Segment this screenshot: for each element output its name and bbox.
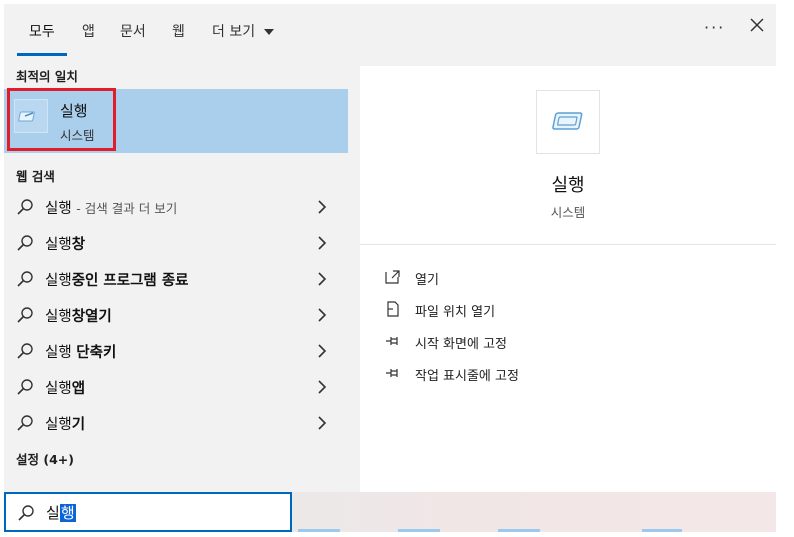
action-open-label: 열기 xyxy=(415,273,439,288)
search-input[interactable]: 실행 xyxy=(46,502,76,523)
result-prefix: 실행 xyxy=(45,345,77,361)
web-search-result[interactable]: 실행 - 검색 결과 더 보기 xyxy=(4,189,348,225)
chevron-right-icon[interactable] xyxy=(316,344,328,358)
section-settings: 설정 (4+) xyxy=(16,452,74,467)
chevron-right-icon[interactable] xyxy=(316,200,328,214)
web-search-result-label: 실행앱 xyxy=(45,377,85,398)
caret-down-icon xyxy=(263,29,274,35)
file-location-icon xyxy=(387,301,399,317)
result-prefix: 실행 xyxy=(45,237,72,253)
web-search-result[interactable]: 실행앱 xyxy=(4,369,348,405)
result-bold: 창열기 xyxy=(71,309,112,325)
action-pin-to-start[interactable]: 시작 화면에 고정 xyxy=(384,330,764,354)
preview-pane: 실행 시스템 열기 파일 위치 열기 시작 화면에 고정 작업 표시줄에 고정 xyxy=(360,66,776,492)
result-suffix: - 검색 결과 더 보기 xyxy=(76,201,178,216)
tab-apps[interactable]: 앱 xyxy=(82,21,95,41)
preview-title: 실행 xyxy=(551,175,585,196)
action-open[interactable]: 열기 xyxy=(384,266,764,290)
preview-app-icon xyxy=(536,90,600,154)
search-icon xyxy=(17,199,33,215)
result-bold: 기 xyxy=(71,417,86,433)
chevron-right-icon[interactable] xyxy=(316,380,328,394)
search-icon xyxy=(17,343,33,359)
web-search-result-label: 실행창열기 xyxy=(45,305,112,326)
action-pin-to-taskbar-label: 작업 표시줄에 고정 xyxy=(415,369,519,384)
tab-all[interactable]: 모두 xyxy=(29,21,55,41)
web-search-result[interactable]: 실행창열기 xyxy=(4,297,348,333)
taskbar-app-indicator xyxy=(642,529,682,532)
taskbar-strip xyxy=(292,492,778,532)
web-search-result[interactable]: 실행창 xyxy=(4,225,348,261)
open-icon xyxy=(385,270,400,284)
search-icon xyxy=(17,379,33,395)
section-web-search: 웹 검색 xyxy=(16,169,55,184)
close-icon[interactable] xyxy=(748,16,766,34)
search-icon xyxy=(17,271,33,287)
web-search-result-label: 실행기 xyxy=(45,413,85,434)
web-search-result[interactable]: 실행중인 프로그램 종료 xyxy=(4,261,348,297)
search-icon xyxy=(17,415,33,431)
pin-icon xyxy=(386,369,398,377)
pin-icon xyxy=(386,337,398,345)
ellipsis-icon[interactable]: ··· xyxy=(704,18,725,37)
result-bold: 단축키 xyxy=(76,345,117,361)
results-list: 최적의 일치 실행 시스템 웹 검색 실행 - 검색 결과 더 보기 실행창 실행중… xyxy=(4,56,348,492)
tab-web[interactable]: 웹 xyxy=(172,21,185,41)
chevron-right-icon[interactable] xyxy=(316,308,328,322)
taskbar-app-indicator xyxy=(498,529,540,532)
result-prefix: 실행 xyxy=(45,381,72,397)
web-search-result[interactable]: 실행 단축키 xyxy=(4,333,348,369)
search-icon xyxy=(17,307,33,323)
taskbar-app-indicator xyxy=(298,529,340,532)
chevron-right-icon[interactable] xyxy=(316,236,328,250)
result-prefix: 실행 xyxy=(45,201,72,217)
preview-divider xyxy=(360,244,776,245)
tab-more[interactable]: 더 보기 xyxy=(212,21,274,41)
search-selected-text: 행 xyxy=(59,504,76,522)
result-prefix: 실행 xyxy=(45,309,72,325)
search-panel: 모두 앱 문서 웹 더 보기 ··· 최적의 일치 실행 시스템 웹 검색 실행… xyxy=(4,4,776,492)
chevron-right-icon[interactable] xyxy=(316,272,328,286)
section-best-match: 최적의 일치 xyxy=(16,69,78,84)
web-search-result-label: 실행 - 검색 결과 더 보기 xyxy=(45,197,177,218)
tab-more-label: 더 보기 xyxy=(212,24,256,40)
search-typed-text: 실 xyxy=(46,504,60,522)
action-open-file-location-label: 파일 위치 열기 xyxy=(415,305,496,320)
search-icon xyxy=(17,235,33,251)
web-search-result-label: 실행중인 프로그램 종료 xyxy=(45,269,189,290)
preview-subtitle: 시스템 xyxy=(550,205,586,220)
red-highlight-box xyxy=(7,88,116,151)
right-gutter xyxy=(776,0,794,537)
result-bold: 창 xyxy=(71,237,86,253)
web-search-result[interactable]: 실행기 xyxy=(4,405,348,441)
result-bold: 중인 프로그램 종료 xyxy=(71,273,189,289)
action-pin-to-taskbar[interactable]: 작업 표시줄에 고정 xyxy=(384,362,764,386)
action-open-file-location[interactable]: 파일 위치 열기 xyxy=(384,298,764,322)
action-pin-to-start-label: 시작 화면에 고정 xyxy=(415,337,507,352)
web-search-result-label: 실행 단축키 xyxy=(45,341,116,362)
tab-bar: 모두 앱 문서 웹 더 보기 ··· xyxy=(4,4,776,56)
result-bold: 앱 xyxy=(71,381,86,397)
result-prefix: 실행 xyxy=(45,417,72,433)
search-box[interactable]: 실행 xyxy=(4,492,292,532)
taskbar-app-indicator xyxy=(398,529,440,532)
tab-documents[interactable]: 문서 xyxy=(120,21,146,41)
search-icon xyxy=(18,505,34,521)
web-search-result-label: 실행창 xyxy=(45,233,85,254)
chevron-right-icon[interactable] xyxy=(316,416,328,430)
result-prefix: 실행 xyxy=(45,273,72,289)
